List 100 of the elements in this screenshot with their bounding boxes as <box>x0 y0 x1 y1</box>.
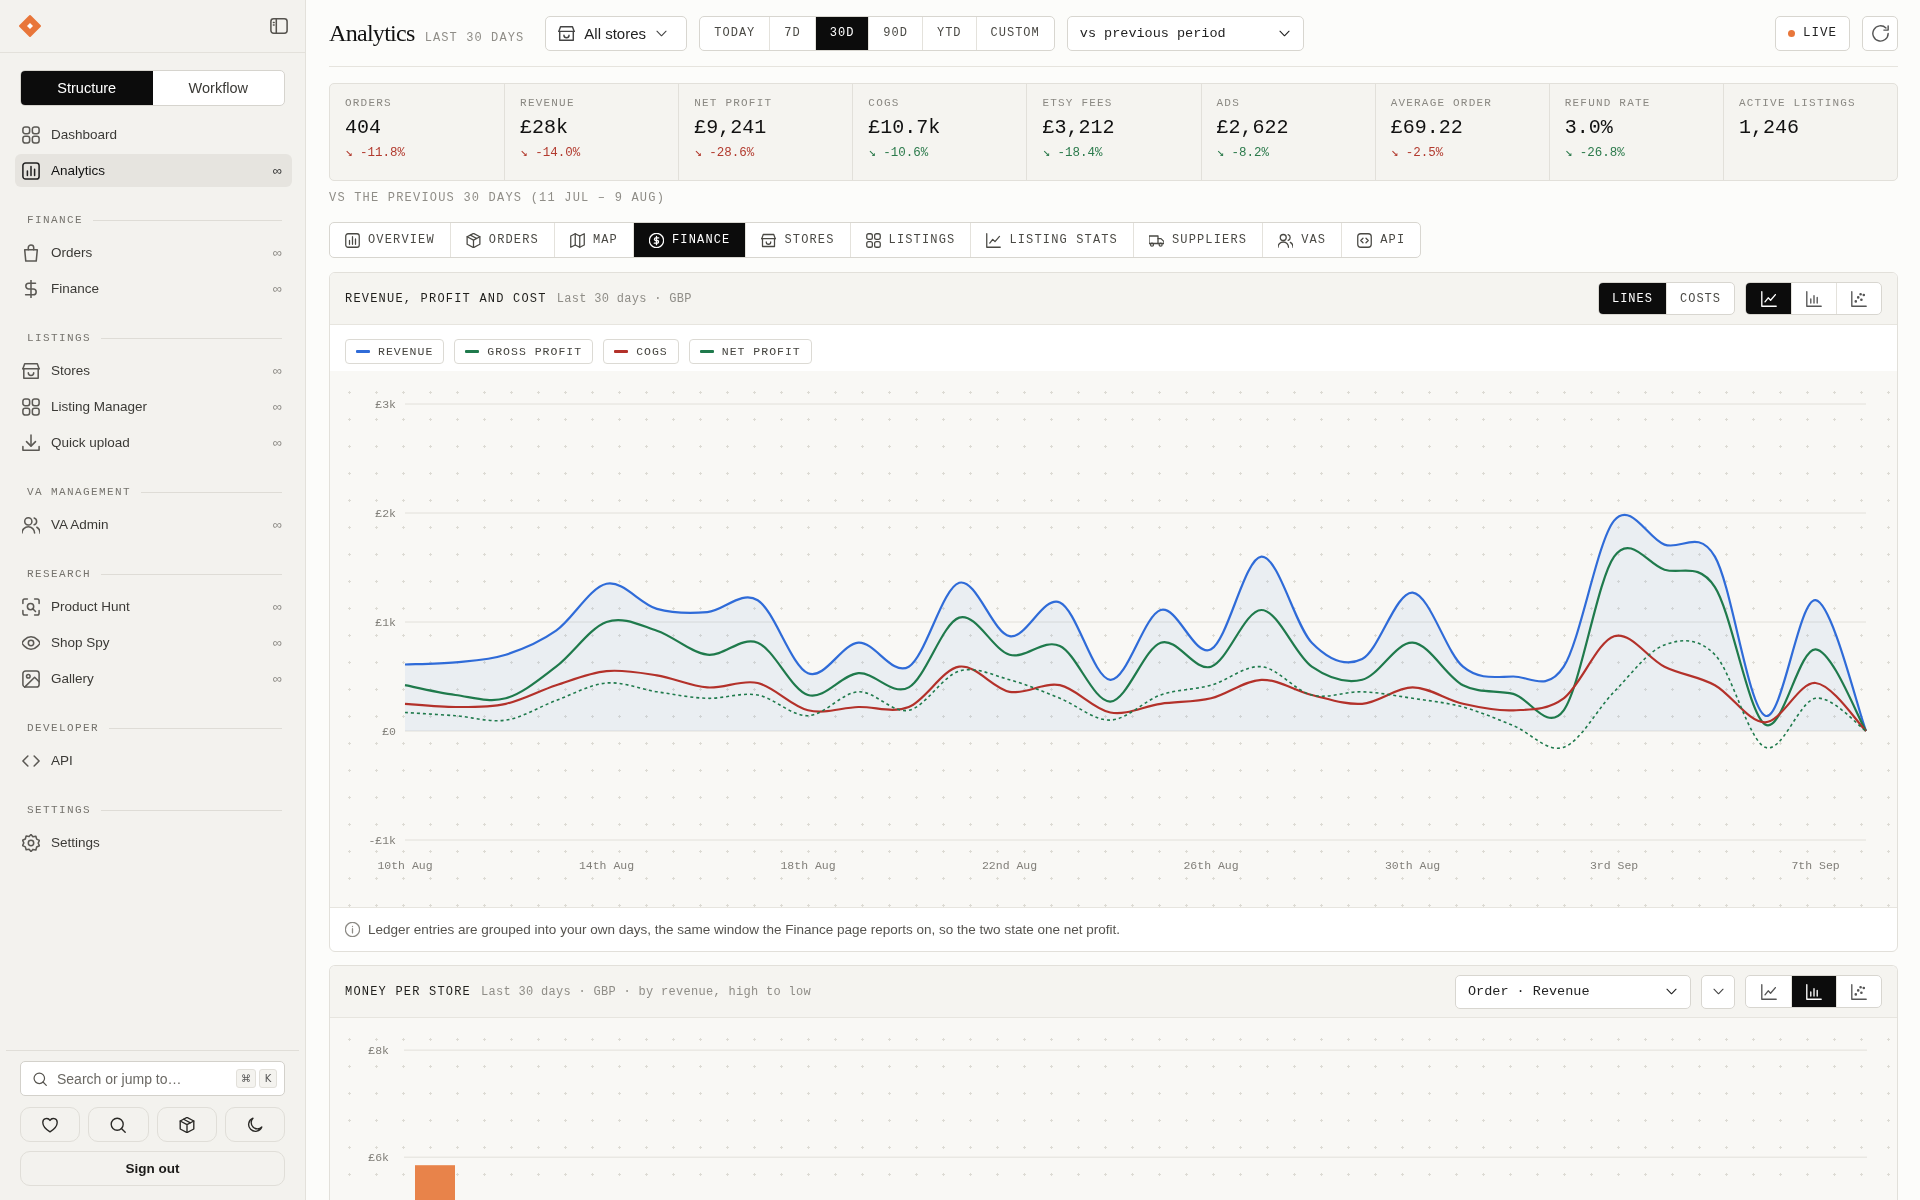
chart-footnote: Ledger entries are grouped into your own days, the same window the Finance page reports on, so the two state one net profit. <box>368 922 1120 937</box>
section-tab[interactable]: LISTING STATS <box>970 223 1133 257</box>
range-tab[interactable]: CUSTOM <box>975 16 1054 50</box>
chart-type-button[interactable] <box>1746 283 1791 314</box>
compare-select[interactable]: vs previous period <box>1066 15 1304 51</box>
nav-item[interactable]: Product Hunt ∞ <box>15 590 292 623</box>
section-tab[interactable]: STORES <box>745 223 850 257</box>
live-button[interactable]: LIVE <box>1775 15 1850 51</box>
nav-item[interactable]: Analytics ∞ <box>15 154 292 187</box>
section-tab[interactable]: MAP <box>553 223 633 257</box>
view-tab[interactable]: LINES <box>1598 283 1666 314</box>
section-tab[interactable]: LISTINGS <box>849 223 971 257</box>
section-heading: VA MANAGEMENT <box>27 486 131 498</box>
kpi-value: 1,246 <box>1738 116 1799 140</box>
line-chart-icon <box>1760 290 1777 307</box>
usage-indicator: ∞ <box>272 163 282 178</box>
search-button[interactable] <box>88 1107 149 1142</box>
users-icon <box>1278 232 1294 248</box>
section-heading: FINANCE <box>27 214 83 226</box>
nav-item[interactable]: Orders ∞ <box>15 236 292 269</box>
section-tab[interactable]: FINANCE <box>633 223 746 257</box>
nav-item[interactable]: Stores ∞ <box>15 354 292 387</box>
refresh-icon <box>1871 24 1889 42</box>
nav-item[interactable]: Gallery ∞ <box>15 662 292 695</box>
section-tab[interactable]: OVERVIEW <box>330 223 450 257</box>
grid-icon <box>22 397 40 416</box>
nav-item[interactable]: Dashboard <box>15 118 292 151</box>
card-title: MONEY PER STORE <box>345 984 472 999</box>
legend-toggle[interactable]: GROSS PROFIT <box>454 339 594 364</box>
range-tab[interactable]: YTD <box>921 16 976 50</box>
legend-toggle[interactable]: NET PROFIT <box>688 339 812 364</box>
kpi-value: £2,622 <box>1216 116 1289 140</box>
sidebar-panel-icon <box>270 17 288 35</box>
moon-icon <box>246 1116 263 1133</box>
theme-button[interactable] <box>224 1107 285 1142</box>
x-axis-label: 3rd Sep <box>1589 859 1639 872</box>
sidebar-toggle-button[interactable] <box>270 17 288 35</box>
box-icon <box>178 1116 195 1133</box>
store-select[interactable]: All stores <box>545 15 688 51</box>
store-icon <box>761 232 777 248</box>
search-icon <box>110 1116 127 1133</box>
y-axis-label: £0 <box>382 725 396 738</box>
eye-icon <box>22 633 40 652</box>
card-subtitle: Last 30 days · GBP <box>556 291 692 306</box>
settings-icon <box>22 833 40 852</box>
code-square-icon <box>1357 232 1373 248</box>
section-tab[interactable]: ORDERS <box>449 223 554 257</box>
x-axis-label: 30th Aug <box>1385 859 1441 872</box>
nav-item[interactable]: Settings <box>15 826 292 859</box>
users-icon <box>22 515 40 534</box>
sort-select[interactable]: Order · Revenue <box>1455 974 1691 1009</box>
nav-item[interactable]: Shop Spy ∞ <box>15 626 292 659</box>
kpi-value: £3,212 <box>1042 116 1115 140</box>
range-tab[interactable]: TODAY <box>700 16 770 50</box>
x-axis-label: 22nd Aug <box>981 859 1038 872</box>
chart-type-button[interactable] <box>1791 976 1836 1007</box>
range-tab[interactable]: 30D <box>814 16 869 50</box>
legend-toggle[interactable]: COGS <box>603 339 679 364</box>
x-axis-label: 26th Aug <box>1183 859 1239 872</box>
kpi-change: ↘ -18.4% <box>1042 145 1103 161</box>
usage-indicator: ∞ <box>272 435 282 450</box>
page-subtitle: LAST 30 DAYS <box>424 30 525 45</box>
shortcut-key: ⌘ <box>236 1069 256 1088</box>
section-tab[interactable]: API <box>1341 223 1421 257</box>
kpi-change: ↘ -2.5% <box>1390 145 1444 161</box>
view-tab[interactable]: Workflow <box>152 71 284 105</box>
section-tab[interactable]: VAS <box>1262 223 1342 257</box>
favorites-button[interactable] <box>20 1107 81 1142</box>
kpi-label: AVERAGE ORDER <box>1390 96 1493 110</box>
info-icon <box>345 922 360 937</box>
refresh-button[interactable] <box>1862 15 1898 51</box>
usage-indicator: ∞ <box>272 671 282 686</box>
bag-icon <box>22 243 40 262</box>
kpi-value: £9,241 <box>694 116 767 140</box>
store-icon <box>558 24 576 42</box>
nav-item[interactable]: VA Admin ∞ <box>15 508 292 541</box>
view-tab[interactable]: Structure <box>21 71 153 105</box>
legend-toggle[interactable]: REVENUE <box>345 339 445 364</box>
nav-item[interactable]: Quick upload ∞ <box>15 426 292 459</box>
sign-out-button[interactable]: Sign out <box>20 1151 285 1186</box>
kpi-change: ↘ -26.8% <box>1564 145 1625 161</box>
kpi-change: ↘ -11.8% <box>345 145 406 161</box>
kpi-label: NET PROFIT <box>694 96 773 110</box>
grid-icon <box>865 232 881 248</box>
nav-item[interactable]: Listing Manager ∞ <box>15 390 292 423</box>
nav-item[interactable]: API <box>15 744 292 777</box>
card-subtitle: Last 30 days · GBP · by revenue, high to low <box>481 984 812 999</box>
range-tab[interactable]: 90D <box>868 16 922 50</box>
kpi-value: £28k <box>520 116 569 140</box>
kpi-label: COGS <box>868 96 900 110</box>
section-tab[interactable]: SUPPLIERS <box>1132 223 1263 257</box>
nav-item[interactable]: Finance ∞ <box>15 272 292 305</box>
kpi-value: 404 <box>345 116 381 140</box>
y-axis-label: £3k <box>375 398 396 411</box>
kpi-change: ↘ -10.6% <box>868 145 929 161</box>
search-icon <box>33 1072 47 1086</box>
view-tab[interactable]: COSTS <box>1666 283 1734 314</box>
range-tab[interactable]: 7D <box>769 16 815 50</box>
box-button[interactable] <box>156 1107 217 1142</box>
x-axis-label: 10th Aug <box>377 859 433 872</box>
